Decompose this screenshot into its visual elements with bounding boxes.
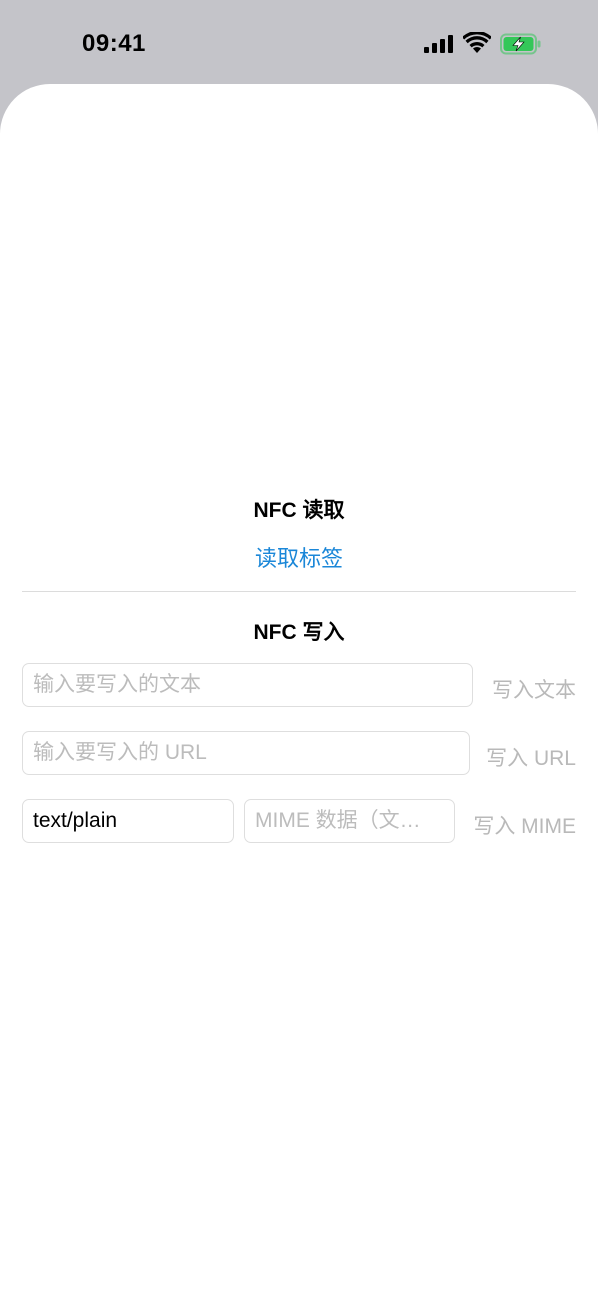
write-text-button[interactable]: 写入文本	[492, 674, 576, 704]
section-divider	[22, 591, 576, 592]
status-time: 09:41	[82, 30, 146, 57]
write-mime-button[interactable]: 写入 MIME	[473, 810, 576, 840]
content-sheet: NFC 读取 读取标签 NFC 写入 写入文本 写入 URL 写入 MIME	[0, 84, 598, 1300]
write-url-button[interactable]: 写入 URL	[486, 742, 576, 772]
wifi-icon	[463, 32, 491, 53]
read-tag-button[interactable]: 读取标签	[0, 541, 598, 573]
write-text-input[interactable]	[22, 663, 473, 707]
nfc-read-title: NFC 读取	[253, 499, 345, 522]
write-url-input[interactable]	[22, 731, 470, 775]
nfc-write-title: NFC 写入	[253, 621, 345, 644]
mime-type-input[interactable]	[22, 799, 234, 843]
status-bar: 09:41	[0, 0, 598, 84]
signal-icon	[424, 35, 453, 53]
battery-charging-icon	[500, 33, 541, 55]
mime-data-input[interactable]	[244, 799, 455, 843]
